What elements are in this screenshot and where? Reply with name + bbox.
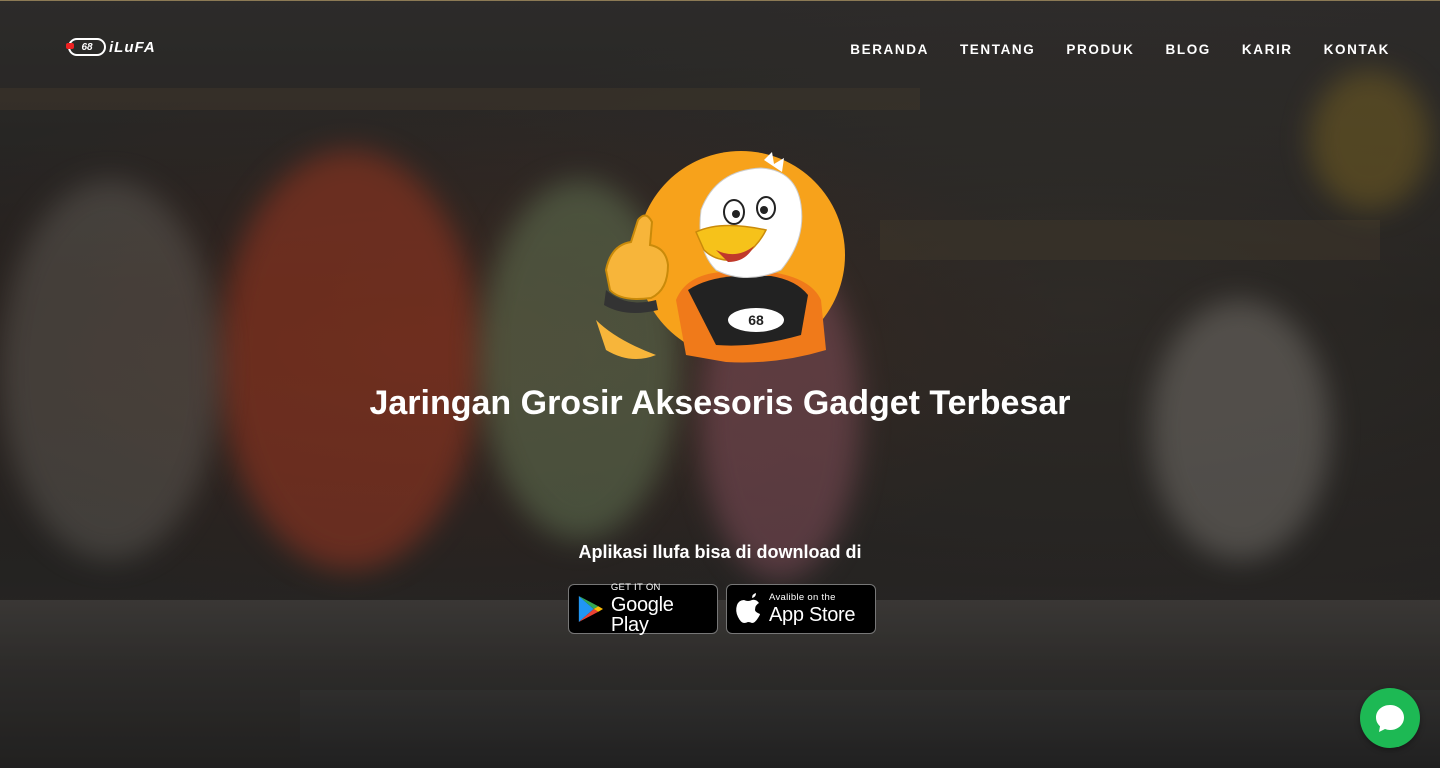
nav-beranda[interactable]: BERANDA — [850, 42, 929, 57]
google-play-icon — [578, 595, 604, 623]
nav-produk[interactable]: PRODUK — [1066, 42, 1134, 57]
google-play-big-text: Google Play — [610, 593, 674, 636]
top-border — [0, 0, 1440, 1]
google-play-button[interactable]: GET IT ON Google Play — [568, 582, 718, 636]
chat-bubble-icon — [1376, 705, 1404, 732]
nav-kontak[interactable]: KONTAK — [1324, 42, 1390, 57]
download-text: Aplikasi Ilufa bisa di download di — [578, 542, 862, 562]
mascot-badge: 68 — [748, 312, 764, 328]
store-buttons: GET IT ON Google Play Avalible on the Ap… — [568, 582, 876, 636]
app-store-big-text: App Store — [769, 603, 856, 626]
google-play-small-text: GET IT ON — [610, 582, 661, 594]
hero-section: 68 iLuFA BERANDA TENTANG PRODUK BLOG KAR… — [0, 0, 1440, 768]
logo-text: iLuFA — [109, 38, 156, 56]
chat-button[interactable] — [1360, 688, 1420, 748]
nav-blog[interactable]: BLOG — [1166, 42, 1211, 57]
hero-headline: Jaringan Grosir Aksesoris Gadget Terbesa… — [369, 384, 1071, 422]
logo-mark: 68 — [66, 38, 106, 56]
app-store-button[interactable]: Avalible on the App Store — [726, 584, 876, 634]
apple-icon — [736, 593, 760, 623]
brand-logo[interactable]: 68 iLuFA — [66, 38, 156, 56]
nav-karir[interactable]: KARIR — [1242, 42, 1293, 57]
nav-tentang[interactable]: TENTANG — [960, 42, 1035, 57]
main-nav: BERANDA TENTANG PRODUK BLOG KARIR KONTAK — [850, 42, 1390, 57]
eagle-mascot: 68 — [596, 151, 845, 363]
app-store-small-text: Avalible on the — [769, 592, 836, 604]
